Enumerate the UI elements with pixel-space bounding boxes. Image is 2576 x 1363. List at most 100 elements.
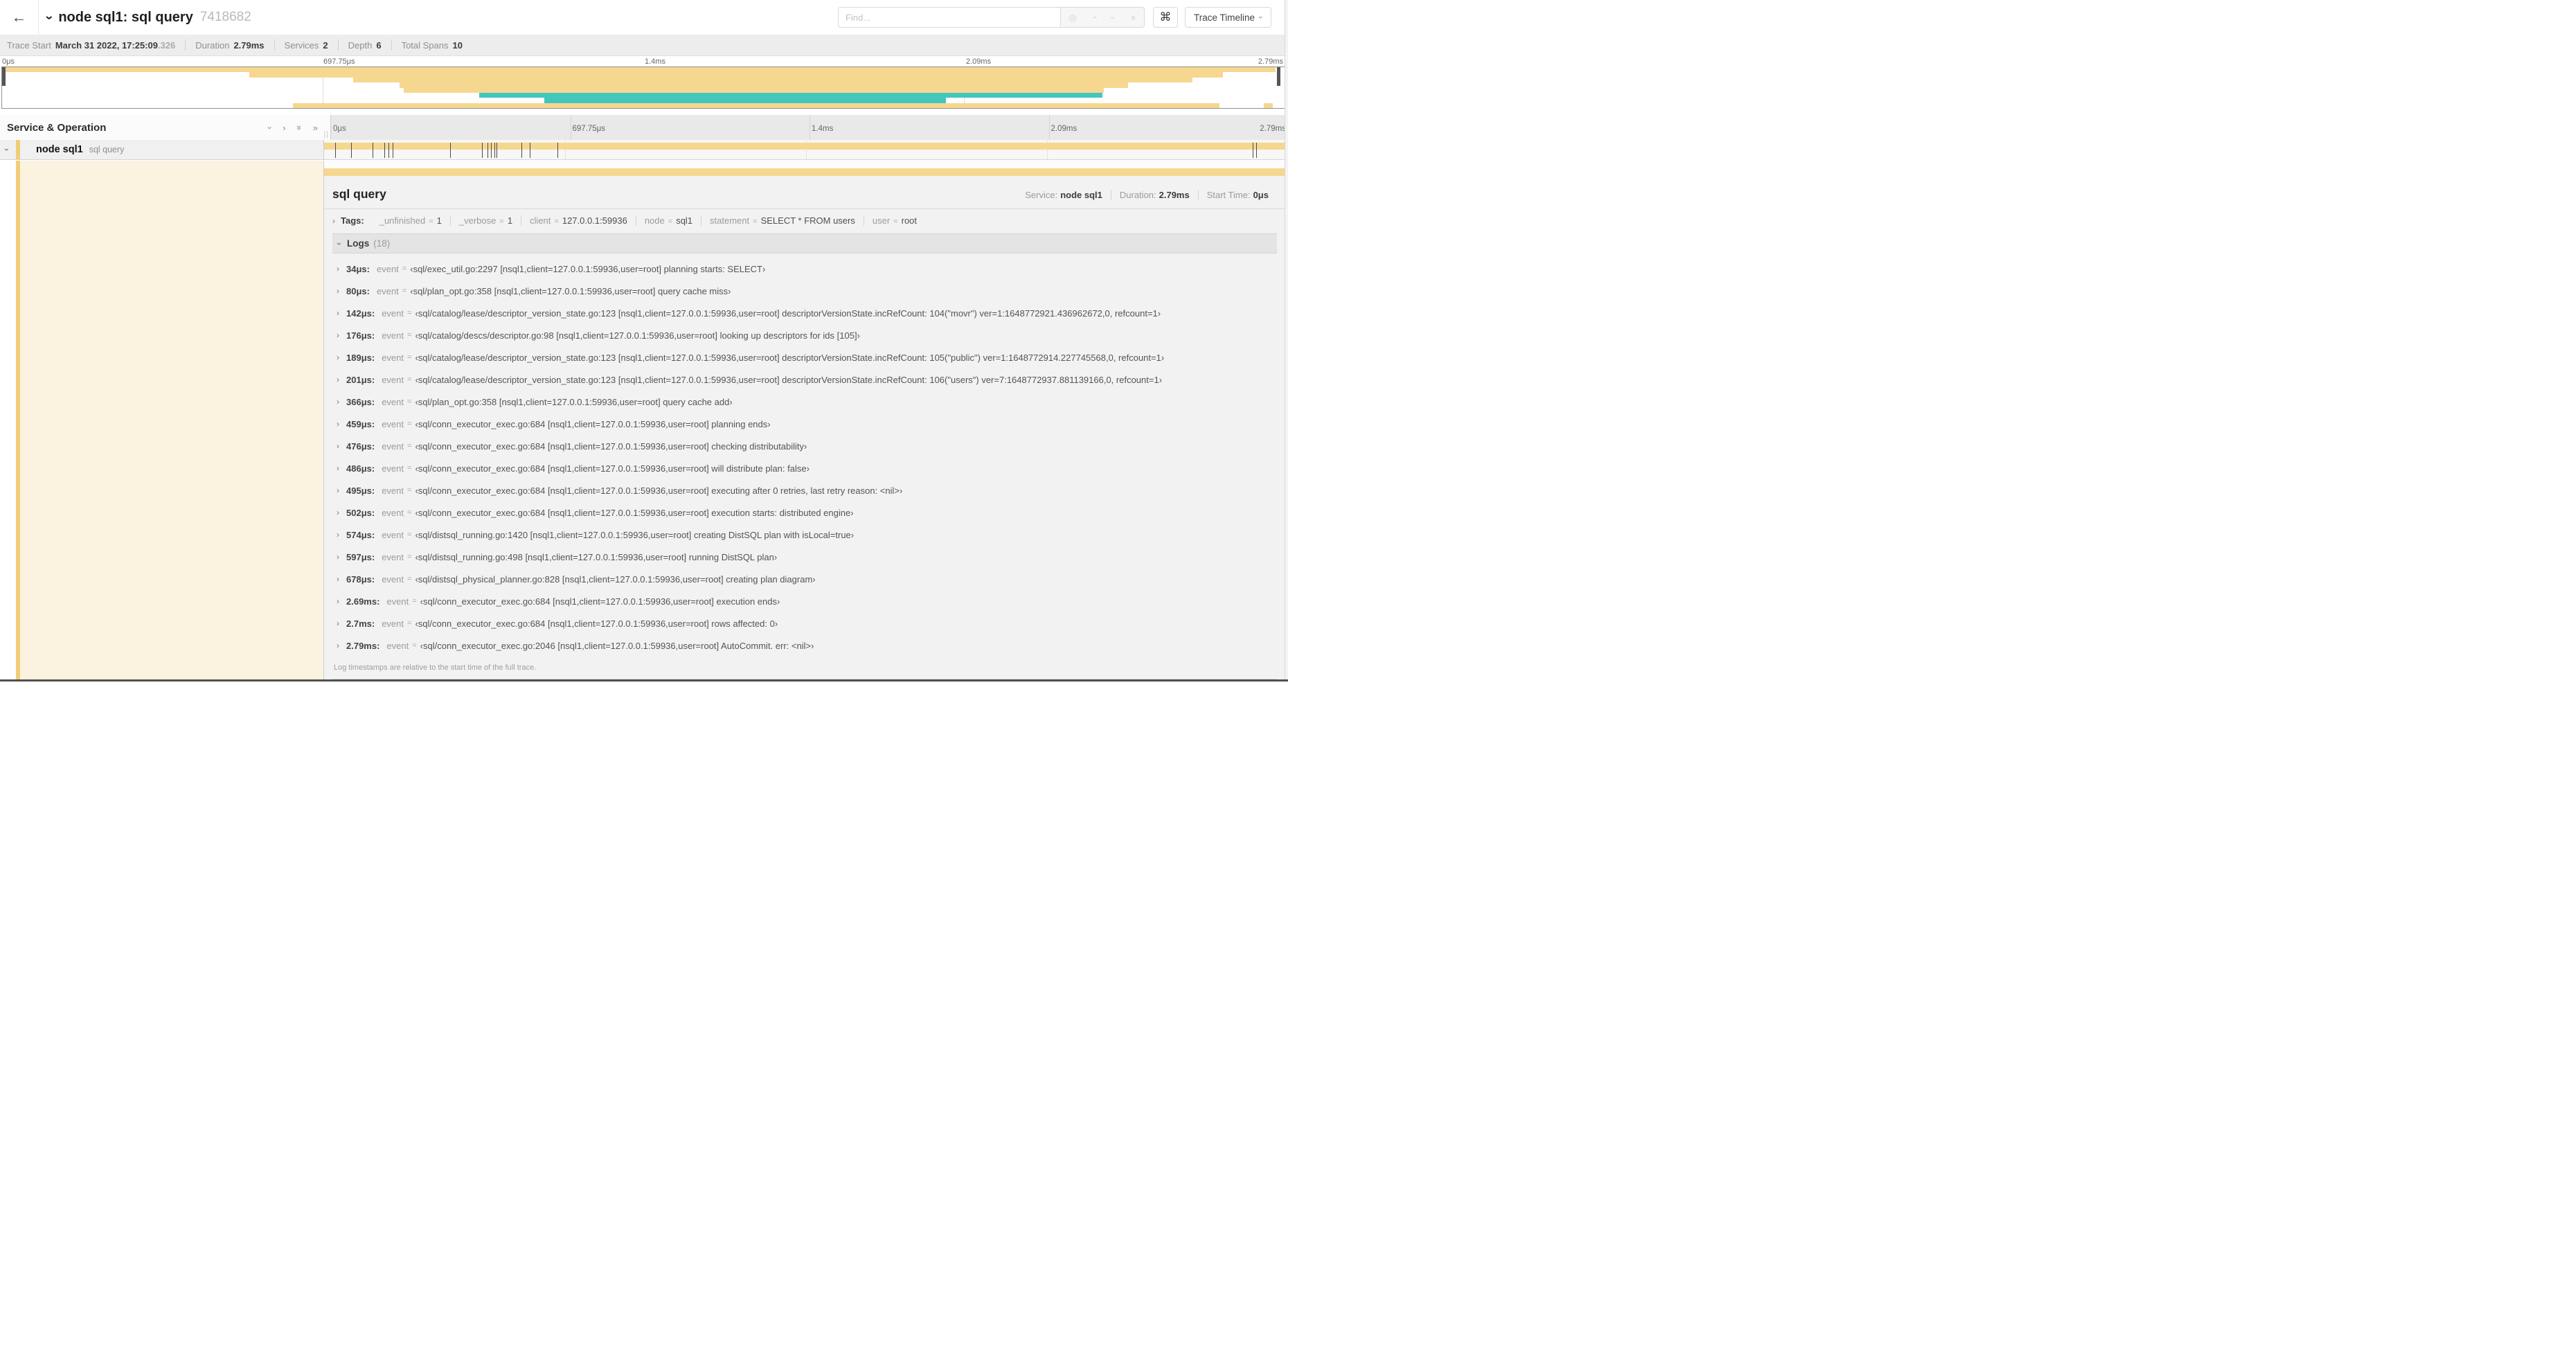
- log-row[interactable]: › 80μs: event = ‹sql/plan_opt.go:358 [ns…: [332, 280, 1277, 302]
- log-marker-tick[interactable]: [494, 143, 495, 158]
- start-time-value: 0μs: [1253, 190, 1269, 200]
- log-row[interactable]: › 2.79ms: event = ‹sql/conn_executor_exe…: [332, 634, 1277, 657]
- prev-result-icon[interactable]: ›: [1089, 16, 1100, 19]
- expand-log-icon[interactable]: ›: [337, 485, 346, 495]
- chevron-down-icon[interactable]: ›: [42, 15, 57, 19]
- service-value: node sql1: [1060, 190, 1102, 200]
- log-row[interactable]: › 678μs: event = ‹sql/distsql_physical_p…: [332, 568, 1277, 590]
- expand-log-icon[interactable]: ›: [337, 463, 346, 473]
- log-marker-tick[interactable]: [388, 143, 390, 158]
- log-row[interactable]: › 476μs: event = ‹sql/conn_executor_exec…: [332, 435, 1277, 457]
- minimap-span-bar: [403, 87, 1104, 93]
- expand-log-icon[interactable]: ›: [337, 353, 346, 362]
- expand-one-icon[interactable]: ›: [283, 123, 285, 132]
- collapse-one-icon[interactable]: ›: [265, 126, 276, 129]
- expand-log-icon[interactable]: ›: [337, 375, 346, 384]
- next-result-icon[interactable]: ›: [1108, 16, 1118, 19]
- equals-sign: =: [407, 375, 412, 384]
- timeline-axis-header: 0μs 697.75μs 1.4ms 2.09ms 2.79ms: [331, 115, 1288, 140]
- minimap-right-handle[interactable]: [1277, 67, 1280, 86]
- back-button[interactable]: ←: [0, 0, 39, 35]
- expand-log-icon[interactable]: ›: [337, 574, 346, 584]
- log-row[interactable]: › 597μs: event = ‹sql/distsql_running.go…: [332, 546, 1277, 568]
- expand-log-icon[interactable]: ›: [337, 618, 346, 628]
- equals-sign: =: [407, 553, 412, 561]
- span-detail-header: sql query Service: node sql1 Duration: 2.7…: [324, 176, 1285, 209]
- log-row[interactable]: › 34μs: event = ‹sql/exec_util.go:2297 […: [332, 258, 1277, 280]
- log-key: event: [382, 440, 404, 452]
- log-row[interactable]: › 366μs: event = ‹sql/plan_opt.go:358 [n…: [332, 391, 1277, 413]
- summary-value: 10: [452, 39, 463, 51]
- expand-log-icon[interactable]: ›: [337, 596, 346, 606]
- log-marker-tick[interactable]: [350, 143, 352, 158]
- log-row[interactable]: › 502μs: event = ‹sql/conn_executor_exec…: [332, 501, 1277, 524]
- tags-row[interactable]: › Tags: _unfinished = 1 _verbose = 1 client = 12…: [324, 209, 1285, 231]
- log-marker-tick[interactable]: [521, 143, 523, 158]
- column-resizer[interactable]: ||: [323, 130, 329, 139]
- expand-log-icon[interactable]: ›: [337, 397, 346, 407]
- log-key: event: [382, 529, 404, 540]
- equals-sign: =: [407, 531, 412, 539]
- tag-item: _verbose = 1: [449, 215, 521, 226]
- log-row[interactable]: › 176μs: event = ‹sql/catalog/descs/desc…: [332, 324, 1277, 346]
- chevron-down-icon[interactable]: ›: [334, 242, 344, 245]
- log-key: event: [382, 485, 404, 496]
- expand-tags-icon[interactable]: ›: [332, 216, 335, 226]
- minimap-left-handle[interactable]: [2, 67, 6, 86]
- expand-log-icon[interactable]: ›: [337, 308, 346, 318]
- span-bar-cell[interactable]: [324, 140, 1288, 160]
- log-marker-tick[interactable]: [334, 143, 336, 158]
- log-row[interactable]: › 2.7ms: event = ‹sql/conn_executor_exec…: [332, 612, 1277, 634]
- find-input[interactable]: [837, 7, 1060, 28]
- log-row[interactable]: › 574μs: event = ‹sql/distsql_running.go…: [332, 524, 1277, 546]
- timeline-minimap[interactable]: [1, 66, 1285, 109]
- trace-title-group[interactable]: › node sql1: sql query 7418682: [42, 0, 251, 35]
- expand-log-icon[interactable]: ›: [337, 441, 346, 451]
- expand-log-icon[interactable]: ›: [337, 530, 346, 540]
- logs-header[interactable]: › Logs (18): [332, 233, 1277, 253]
- tag-key: node: [644, 215, 665, 226]
- collapse-all-icon[interactable]: »: [294, 125, 305, 130]
- expand-log-icon[interactable]: ›: [337, 508, 346, 517]
- equals-sign: =: [407, 442, 412, 450]
- app-header: ← › node sql1: sql query 7418682 ◎ › › ×…: [0, 0, 1288, 35]
- log-marker-tick[interactable]: [449, 143, 451, 158]
- expand-all-icon[interactable]: »: [313, 123, 318, 132]
- clear-search-icon[interactable]: ×: [1131, 13, 1136, 22]
- command-icon: ⌘: [1159, 10, 1172, 24]
- equals-sign: =: [407, 420, 412, 428]
- log-marker-tick[interactable]: [1256, 143, 1258, 158]
- expand-log-icon[interactable]: ›: [337, 264, 346, 274]
- log-marker-tick[interactable]: [557, 143, 559, 158]
- expand-log-icon[interactable]: ›: [337, 330, 346, 340]
- expand-log-icon[interactable]: ›: [337, 286, 346, 296]
- keyboard-shortcuts-button[interactable]: ⌘: [1152, 7, 1178, 28]
- log-row[interactable]: › 189μs: event = ‹sql/catalog/lease/desc…: [332, 346, 1277, 368]
- log-row[interactable]: › 201μs: event = ‹sql/catalog/lease/desc…: [332, 368, 1277, 391]
- scrollbar[interactable]: [1285, 0, 1288, 682]
- view-selector-button[interactable]: Trace Timeline ›: [1184, 7, 1271, 28]
- log-marker-tick[interactable]: [384, 143, 385, 158]
- log-timestamp: 2.7ms:: [346, 618, 375, 629]
- log-row[interactable]: › 459μs: event = ‹sql/conn_executor_exec…: [332, 413, 1277, 435]
- span-name-cell[interactable]: › node sql1 sql query: [0, 140, 324, 160]
- log-row[interactable]: › 142μs: event = ‹sql/catalog/lease/desc…: [332, 302, 1277, 324]
- match-case-icon[interactable]: ◎: [1069, 13, 1077, 22]
- log-row[interactable]: › 495μs: event = ‹sql/conn_executor_exec…: [332, 479, 1277, 501]
- log-row[interactable]: › 486μs: event = ‹sql/conn_executor_exec…: [332, 457, 1277, 479]
- expand-log-icon[interactable]: ›: [337, 552, 346, 562]
- chevron-down-icon[interactable]: ›: [2, 148, 12, 151]
- log-value: ‹sql/catalog/lease/descriptor_version_st…: [415, 308, 1161, 319]
- log-row[interactable]: › 2.69ms: event = ‹sql/conn_executor_exe…: [332, 590, 1277, 612]
- equals-sign: =: [407, 353, 412, 362]
- minimap-span-bar: [293, 103, 1219, 109]
- log-marker-tick[interactable]: [491, 143, 492, 158]
- log-marker-tick[interactable]: [481, 143, 483, 158]
- span-detail-accent-bar: [324, 168, 1285, 176]
- equals-sign: =: [407, 486, 412, 495]
- expand-log-icon[interactable]: ›: [337, 419, 346, 429]
- expand-log-icon[interactable]: ›: [337, 641, 346, 650]
- log-timestamp: 2.79ms:: [346, 640, 380, 651]
- span-row[interactable]: › node sql1 sql query: [0, 140, 1288, 160]
- find-tools: ◎ › › ×: [1059, 7, 1145, 28]
